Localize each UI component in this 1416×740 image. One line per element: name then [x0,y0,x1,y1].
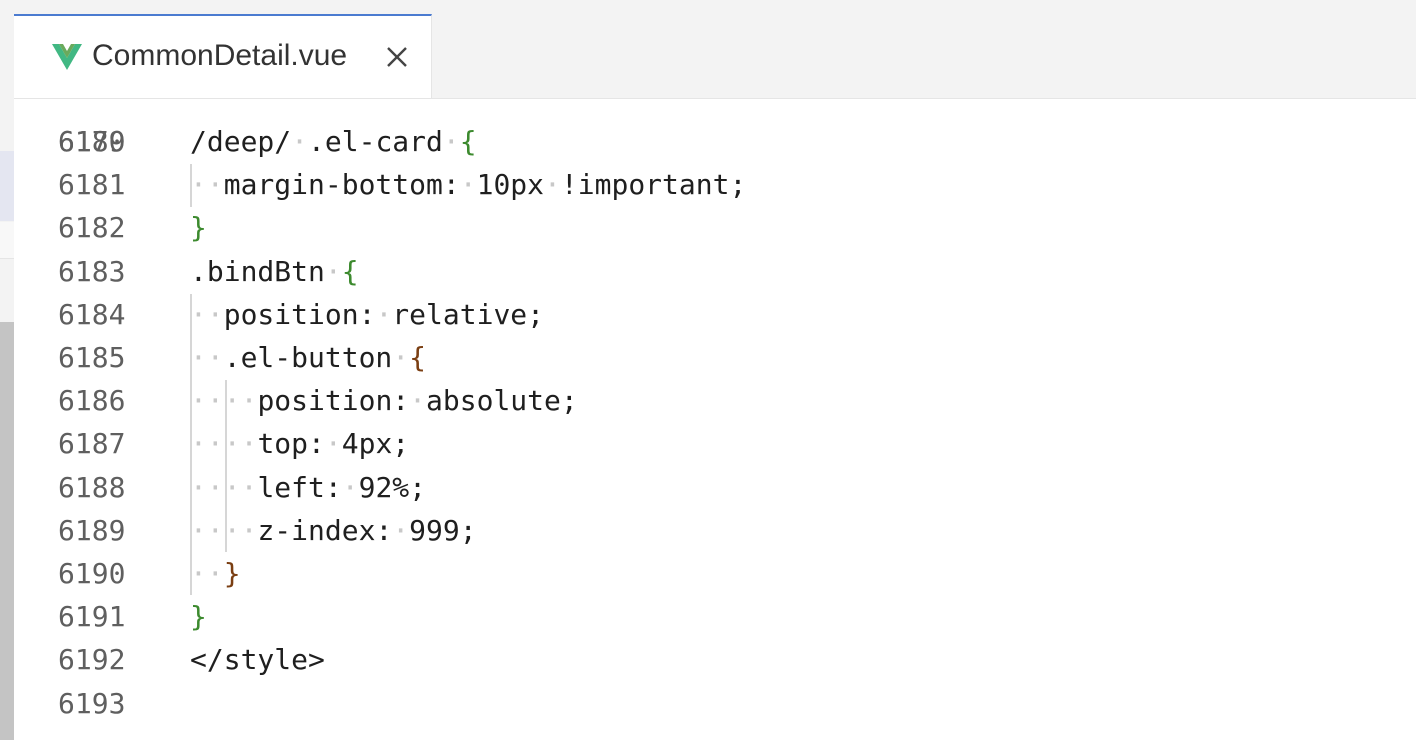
line-number: 6184 [58,297,126,331]
line-number: 6191 [58,600,126,634]
selected-band [0,151,14,221]
code-text: ··.el-button·{ [190,336,426,379]
code-line: 6179 [14,99,1416,158]
code-line: 6192 </style> [14,638,1416,681]
code-line: 6184 ··position:·relative; [14,293,1416,336]
whitespace-marker: ···· [190,427,258,461]
code-line: 6183 .bindBtn·{ [14,250,1416,293]
code-text: } [190,595,207,638]
code-text: ····z-index:·999; [190,509,477,552]
whitespace-marker: ·· [190,297,224,331]
code-token: position: [257,384,410,418]
window-top-strip [0,0,1416,15]
editor-tab-bar: CommonDetail.vue [14,14,1416,99]
code-token: /deep/ [190,125,292,158]
whitespace-marker: · [375,297,393,331]
line-number: 6192 [58,643,126,677]
code-token: .bindBtn [190,254,325,288]
indent-guide [190,164,192,207]
code-text: /deep/·.el-card·{ [190,120,477,163]
code-token: } [190,211,207,245]
code-token: position: [223,297,376,331]
code-token: 10px·!important; [476,168,747,202]
code-line: 6181 ··margin-bottom:·10px·!important; [14,163,1416,206]
line-number: 6188 [58,470,126,504]
whitespace-marker: · [341,470,359,504]
code-token: top: [257,427,325,461]
close-icon[interactable] [382,42,412,72]
line-number: 6193 [58,686,126,720]
code-token: } [223,557,241,590]
line-number: 6182 [58,211,126,245]
code-token: 999; [409,513,477,547]
whitespace-marker: · [459,168,477,202]
line-number: 6190 [58,557,126,590]
code-token: absolute; [426,384,578,418]
whitespace-marker: ·· [190,341,224,374]
panel-band [0,222,14,259]
code-token: 4px; [341,427,410,461]
indent-guide [225,380,227,552]
indent-guide [190,294,192,595]
code-text: ····top:·4px; [190,422,409,465]
code-token: margin-bottom: [223,168,460,202]
code-token: } [190,600,207,634]
line-number: 6189 [58,513,126,547]
code-text: ··position:·relative; [190,293,544,336]
whitespace-marker: · [392,513,410,547]
line-number: 6180 [58,125,126,158]
line-number: 6186 [58,384,126,418]
code-line: 6180/deep/·.el-card·{ [14,120,1416,163]
brace: { [459,125,477,158]
whitespace-marker: ···· [190,513,258,547]
line-number: 6185 [58,341,126,374]
code-line: 6190 ··} [14,552,1416,595]
line-number: 6183 [58,254,126,288]
tab-commondetail-vue[interactable]: CommonDetail.vue [14,14,432,98]
whitespace-marker: · [324,254,342,288]
code-token: 92%; [358,470,427,504]
code-text: } [190,206,207,249]
code-line: 6191} [14,595,1416,638]
whitespace-marker: ···· [190,470,258,504]
whitespace-marker: · [409,384,427,418]
whitespace-marker: · [291,125,309,158]
whitespace-marker: ·· [190,168,224,202]
brace: { [341,254,359,288]
code-text: </style> [190,638,325,681]
whitespace-marker: · [392,341,410,374]
code-text: ··margin-bottom:·10px·!important; [190,163,746,206]
code-editor[interactable]: 6179 6180/deep/·.el-card·{6181 ··margin-b… [14,99,1416,740]
scroll-band[interactable] [0,322,14,740]
code-token: z-index: [257,513,393,547]
code-text: ··} [190,552,241,595]
code-token: left: [257,470,342,504]
vue-icon [52,44,82,70]
code-line: 6182} [14,206,1416,249]
code-line: 6193 [14,682,1416,725]
whitespace-marker: · [324,427,342,461]
whitespace-marker: · [442,125,460,158]
code-line: 6185 ··.el-button·{ [14,336,1416,379]
code-token: </style> [190,643,325,677]
line-number: 6187 [58,427,126,461]
code-text: .bindBtn·{ [190,250,359,293]
brace: { [409,341,427,374]
activity-strip [0,14,14,740]
code-token: relative; [392,297,545,331]
code-text: ····position:·absolute; [190,379,578,422]
code-token: .el-card [308,125,443,158]
whitespace-marker: ·· [190,557,224,590]
whitespace-marker: ···· [190,384,258,418]
line-number: 6181 [58,168,126,202]
tab-label: CommonDetail.vue [92,39,348,72]
code-token: .el-button [223,341,393,374]
